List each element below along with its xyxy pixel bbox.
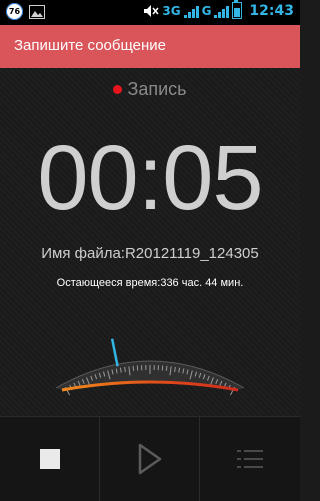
- battery-icon: [232, 2, 242, 19]
- play-icon: [137, 442, 163, 476]
- signal-icon-1: [184, 4, 199, 18]
- controls-bar: [0, 416, 300, 501]
- list-icon: [236, 447, 264, 471]
- network-type-1: 3G: [162, 4, 180, 18]
- stop-button[interactable]: [0, 417, 100, 501]
- signal-icon-2: [214, 4, 229, 18]
- action-bar: Запишите сообщение: [0, 25, 300, 68]
- notification-badge: 76: [6, 3, 23, 20]
- recorder-panel: Запись 00:05 Имя файла:R20121119_124305 …: [0, 68, 300, 416]
- record-dot-icon: [113, 85, 122, 94]
- meter-tick: [166, 366, 167, 371]
- meter-needle: [112, 339, 117, 366]
- meter-tick: [133, 366, 134, 371]
- elapsed-time: 00:05: [0, 128, 300, 228]
- recordings-list-button[interactable]: [200, 417, 299, 501]
- stop-icon: [40, 449, 60, 469]
- status-clock: 12:43: [249, 3, 294, 19]
- recording-indicator: Запись: [0, 79, 300, 100]
- remaining-time: Остающееся время:336 час. 44 мин.: [0, 277, 300, 289]
- recording-state-label: Запись: [127, 79, 186, 99]
- play-button[interactable]: [100, 417, 200, 501]
- mute-icon: [143, 4, 159, 18]
- status-bar: 76 3G G 12:43: [0, 0, 300, 25]
- network-type-2: G: [202, 4, 212, 18]
- gallery-icon: [29, 5, 45, 19]
- screen-title: Запишите сообщение: [14, 37, 166, 54]
- file-name: Имя файла:R20121119_124305: [0, 245, 300, 262]
- vu-meter: [50, 326, 250, 396]
